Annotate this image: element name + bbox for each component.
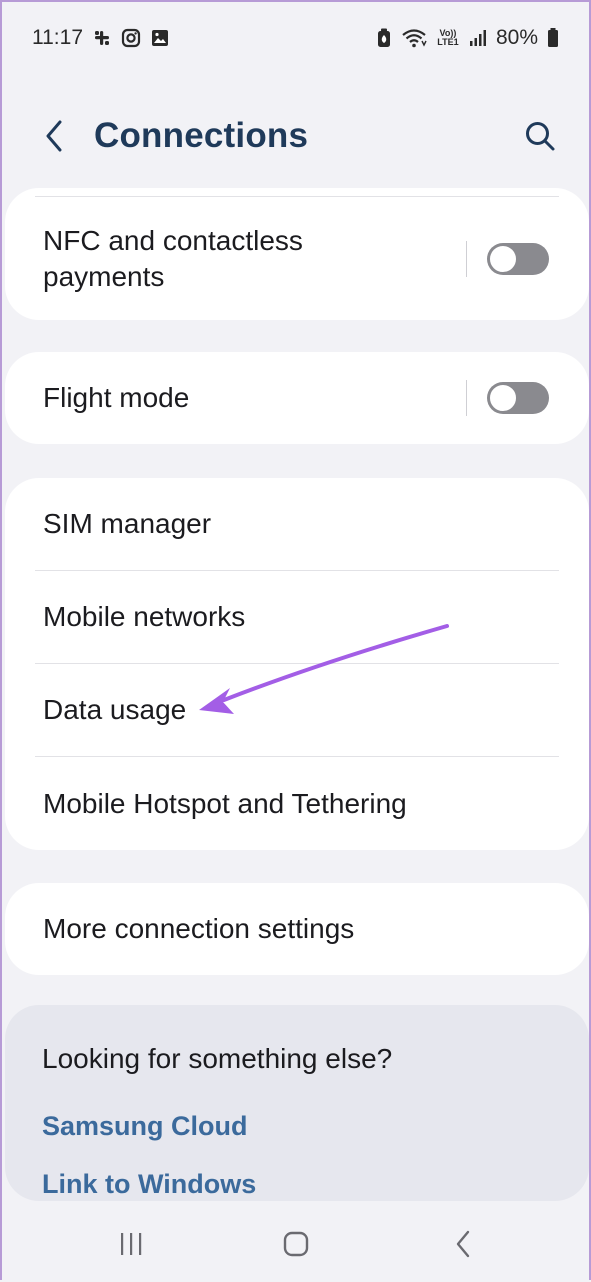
samsung-cloud-link[interactable]: Samsung Cloud	[42, 1111, 248, 1142]
status-bar: 11:17 Vo)) LTE1 80%	[2, 2, 589, 74]
back-icon	[456, 1230, 470, 1258]
more-settings-card: More connection settings	[5, 883, 589, 975]
chevron-left-icon	[46, 120, 62, 152]
slack-icon	[92, 28, 112, 48]
nfc-toggle[interactable]	[487, 242, 549, 275]
mobile-networks-label: Mobile networks	[43, 601, 246, 632]
network-card: SIM manager Mobile networks Data usage M…	[5, 478, 589, 850]
search-icon	[526, 122, 555, 151]
status-time: 11:17	[32, 26, 83, 49]
search-button[interactable]	[520, 114, 560, 158]
data-usage-row[interactable]: Data usage	[5, 664, 589, 756]
more-settings-label: More connection settings	[43, 913, 355, 944]
link-to-windows-link[interactable]: Link to Windows	[42, 1169, 256, 1200]
battery-percent: 80%	[495, 26, 538, 49]
flight-mode-row[interactable]: Flight mode	[5, 352, 589, 444]
app-header: Connections	[2, 92, 589, 182]
nfc-card: NFC and contactless payments	[5, 188, 589, 320]
sim-manager-label: SIM manager	[43, 508, 212, 539]
home-button[interactable]	[276, 1226, 316, 1262]
flight-mode-toggle[interactable]	[487, 382, 549, 414]
mobile-hotspot-label: Mobile Hotspot and Tethering	[43, 787, 407, 819]
data-usage-label: Data usage	[43, 694, 187, 725]
volte-text: Vo)) LTE1	[437, 28, 459, 47]
mobile-networks-row[interactable]: Mobile networks	[5, 571, 589, 663]
suggestions-title: Looking for something else?	[42, 1043, 393, 1074]
flight-mode-toggle-wrap	[466, 380, 549, 416]
status-right: Vo)) LTE1 80%	[376, 26, 559, 50]
nav-back-button[interactable]	[443, 1226, 483, 1262]
toggle-knob	[488, 243, 518, 274]
nfc-row[interactable]: NFC and contactless payments	[5, 197, 589, 320]
flight-mode-label: Flight mode	[43, 382, 190, 413]
navigation-bar	[2, 1202, 589, 1282]
nfc-label: NFC and contactless payments	[43, 224, 303, 292]
wifi-icon	[401, 28, 427, 48]
page-title: Connections	[94, 116, 309, 155]
toggle-knob	[488, 383, 518, 413]
battery-icon	[547, 27, 559, 49]
toggle-divider	[466, 380, 467, 416]
toggle-divider	[466, 240, 467, 277]
volte-lte-icon: Vo)) LTE1	[436, 29, 460, 47]
suggestions-card: Looking for something else? Samsung Clou…	[5, 1005, 589, 1201]
sim-manager-row[interactable]: SIM manager	[5, 478, 589, 570]
battery-saver-icon	[376, 27, 392, 49]
gallery-icon	[150, 28, 170, 48]
signal-icon	[469, 28, 487, 48]
status-left: 11:17	[32, 26, 170, 50]
instagram-icon	[121, 28, 141, 48]
recents-button[interactable]	[111, 1226, 151, 1262]
nfc-toggle-wrap	[466, 240, 549, 277]
home-icon	[283, 1231, 309, 1257]
recents-icon	[121, 1233, 142, 1255]
more-settings-row[interactable]: More connection settings	[5, 883, 589, 975]
mobile-hotspot-row[interactable]: Mobile Hotspot and Tethering	[5, 757, 589, 850]
flight-mode-card: Flight mode	[5, 352, 589, 444]
back-button[interactable]	[34, 114, 74, 158]
